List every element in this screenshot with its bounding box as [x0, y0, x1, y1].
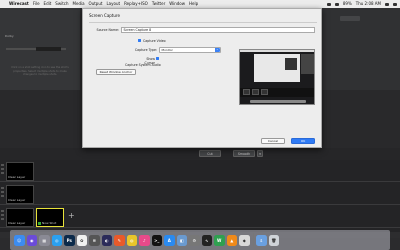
- activity-monitor-icon[interactable]: ∿: [201, 234, 212, 246]
- capture-type-select[interactable]: Monitor: [159, 47, 221, 53]
- capture-preview-thumbnail: [239, 49, 315, 105]
- capture-type-label: Capture Type:: [134, 48, 157, 52]
- wifi-icon[interactable]: [334, 2, 339, 6]
- spotlight-icon[interactable]: [385, 2, 389, 6]
- menu-edit[interactable]: Edit: [44, 0, 52, 8]
- menu-media[interactable]: Media: [73, 0, 85, 8]
- menu-twitter[interactable]: Twitter: [152, 0, 165, 8]
- scripts-icon[interactable]: ≡: [89, 234, 100, 246]
- menu-bar: Wirecast File Edit Switch Media Output L…: [0, 0, 400, 8]
- itunes-icon[interactable]: ♪: [139, 234, 150, 246]
- cancel-button[interactable]: Cancel: [261, 138, 285, 144]
- layer-row: Clear Layer Now Shot +: [0, 206, 400, 228]
- terminal-icon[interactable]: >_: [151, 234, 162, 246]
- finder-icon[interactable]: ☺: [14, 234, 25, 246]
- wirecast-icon[interactable]: W: [214, 234, 225, 246]
- system-preferences-icon[interactable]: ⚙: [189, 234, 200, 246]
- selected-shot-label: Now Shot: [42, 221, 57, 225]
- live-dot-icon: [38, 221, 41, 225]
- battery-text[interactable]: 89%: [343, 0, 352, 8]
- menu-help[interactable]: Help: [189, 0, 198, 8]
- layer-shot-label: Clear Layer: [8, 175, 26, 179]
- layer-shot-label: Clear Layer: [8, 221, 26, 225]
- layer-shot[interactable]: Clear Layer: [6, 185, 34, 204]
- chevron-down-icon: [215, 47, 220, 52]
- layer-shot[interactable]: Clear Layer: [6, 208, 34, 227]
- layer-row: Clear Layer: [0, 160, 400, 182]
- eclipse-icon[interactable]: ◐: [101, 234, 112, 246]
- layer-controls[interactable]: [1, 164, 5, 178]
- layer-timeline: Clear Layer Clear Layer Clear Layer Now …: [0, 160, 400, 232]
- photoshop-icon[interactable]: Ps: [64, 234, 75, 246]
- layer-controls[interactable]: [1, 187, 5, 201]
- siri-icon[interactable]: ◉: [26, 234, 37, 246]
- menu-window[interactable]: Window: [169, 0, 185, 8]
- menubar-extra-icon[interactable]: [326, 2, 331, 6]
- menu-output[interactable]: Output: [89, 0, 103, 8]
- menu-layout[interactable]: Layout: [106, 0, 120, 8]
- appstore-icon[interactable]: A: [164, 234, 175, 246]
- status-area: 89% Thu 2:08 AM: [326, 0, 397, 8]
- show-cursor-checkbox[interactable]: [156, 57, 159, 60]
- ok-button[interactable]: OK: [291, 138, 315, 144]
- preview-icon[interactable]: ◧: [176, 234, 187, 246]
- dock-separator: [252, 233, 254, 247]
- layer-shot[interactable]: Clear Layer: [6, 162, 34, 181]
- layer-row: Clear Layer: [0, 183, 400, 205]
- dialog-divider: [89, 22, 317, 23]
- source-name-input[interactable]: Screen Capture 8: [121, 27, 315, 33]
- capture-video-checkbox[interactable]: [138, 39, 141, 42]
- add-shot-icon[interactable]: +: [68, 212, 75, 220]
- app-menu[interactable]: Wirecast: [9, 0, 29, 8]
- clock[interactable]: Thu 2:08 AM: [356, 0, 381, 8]
- menu-file[interactable]: File: [33, 0, 40, 8]
- macos-dock: ☺ ◉ ▦ ◎ Ps ✿ ≡ ◐ ✎ ◍ ♪ >_ A ◧ ⚙ ∿ W ▲ ◆ ⇩ 🗑: [10, 230, 390, 250]
- menu-replay-iso[interactable]: Replay+ISO: [124, 0, 148, 8]
- reset-window-anchor-button[interactable]: Reset Window Anchor: [96, 69, 136, 75]
- trash-icon[interactable]: 🗑: [268, 234, 280, 246]
- layer-controls[interactable]: [1, 210, 5, 224]
- layer-shot-label: Clear Layer: [8, 198, 26, 202]
- notification-center-icon[interactable]: [393, 2, 397, 6]
- vlc-icon[interactable]: ▲: [226, 234, 237, 246]
- safari-icon[interactable]: ◎: [51, 234, 62, 246]
- menu-switch[interactable]: Switch: [55, 0, 68, 8]
- vpn-icon[interactable]: ◆: [239, 234, 250, 246]
- launchpad-icon[interactable]: ▦: [39, 234, 50, 246]
- capture-type-value: Monitor: [161, 48, 173, 52]
- capture-system-audio-label: Capture System Audio: [125, 63, 161, 67]
- dialog-title: Screen Capture: [89, 13, 120, 18]
- capture-video-label: Capture Video: [143, 38, 166, 43]
- screen-capture-dialog: Screen Capture Source Name: Screen Captu…: [82, 8, 322, 148]
- downloads-icon[interactable]: ⇩: [256, 234, 267, 246]
- selected-shot[interactable]: Now Shot: [36, 208, 64, 227]
- chrome-icon[interactable]: ◍: [126, 234, 137, 246]
- photos-icon[interactable]: ✿: [76, 234, 87, 246]
- source-name-label: Source Name:: [96, 28, 119, 32]
- sketchbook-icon[interactable]: ✎: [114, 234, 125, 246]
